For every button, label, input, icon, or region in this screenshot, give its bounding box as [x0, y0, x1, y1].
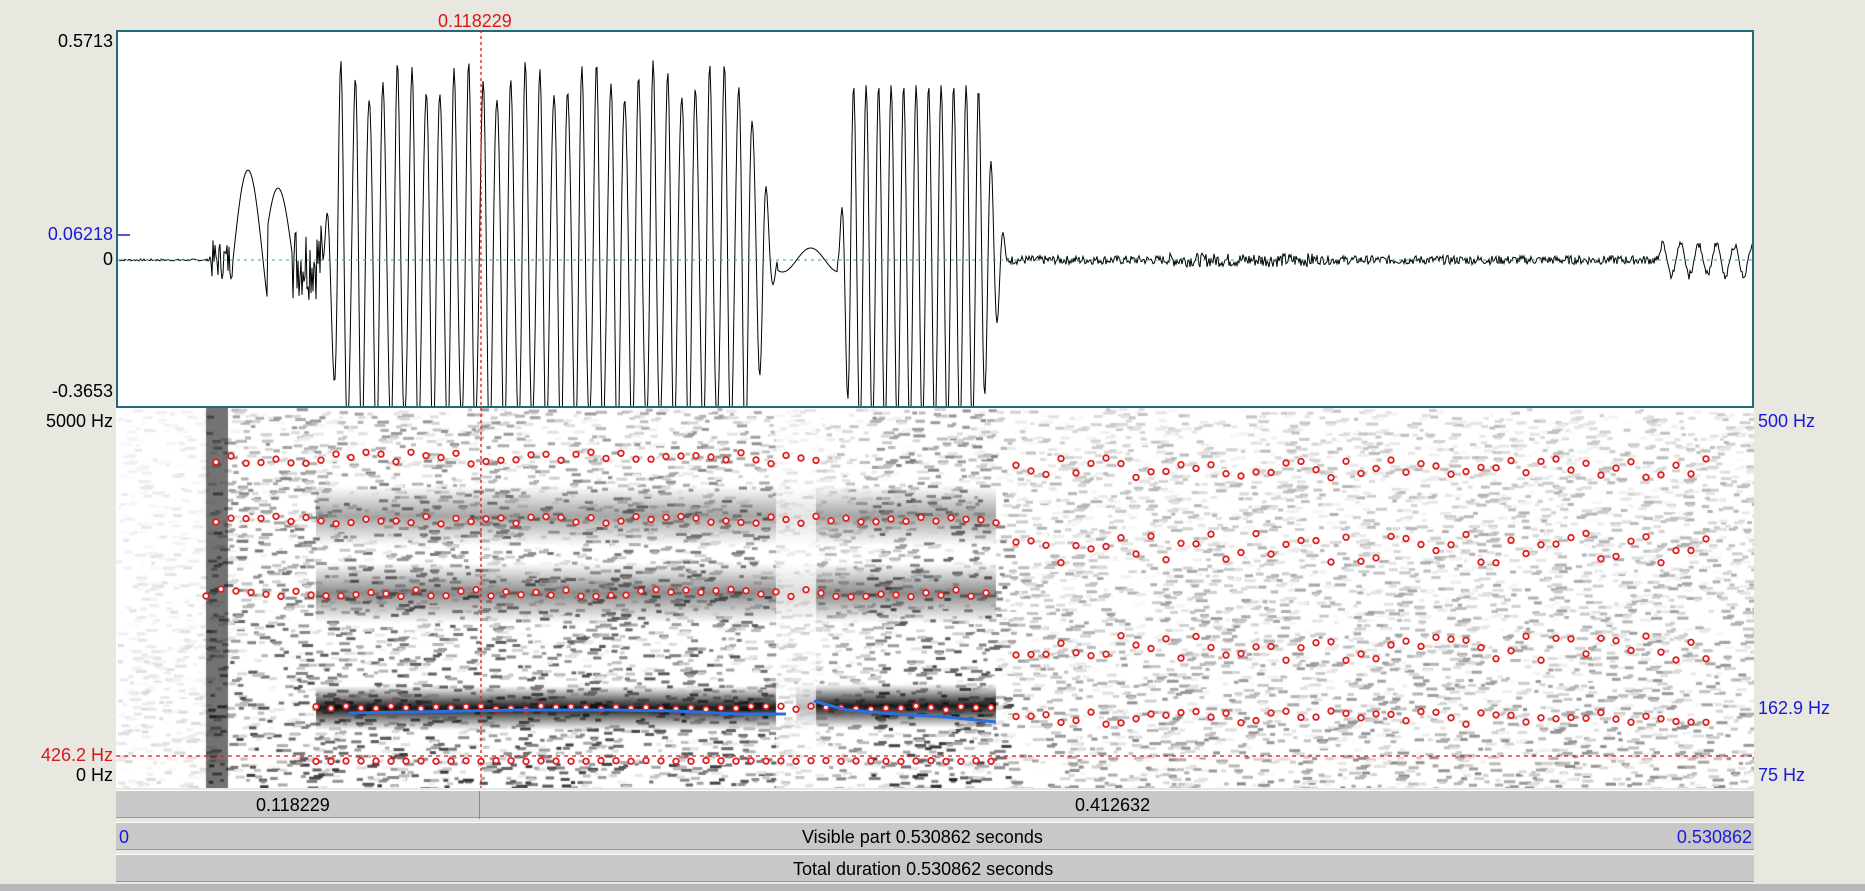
pitch-mid-label: 162.9 Hz [1758, 698, 1831, 718]
visible-part-label[interactable]: Visible part 0.530862 seconds [802, 827, 1043, 848]
window-bottom-edge [0, 884, 1865, 891]
pitch-bottom-label: 75 Hz [1758, 765, 1806, 785]
waveform-ycursor-label: 0.06218 [47, 224, 113, 244]
waveform-trace [118, 60, 1752, 406]
spectrogram-freq-top-label: 5000 Hz [45, 411, 113, 431]
spectrogram-panel[interactable] [116, 408, 1754, 788]
formant-pitch-overlay [202, 448, 1710, 766]
segment-right-label[interactable]: 0.412632 [1075, 795, 1150, 816]
segment-left-label[interactable]: 0.118229 [256, 795, 330, 816]
segment-divider [479, 791, 480, 819]
total-duration-label[interactable]: Total duration 0.530862 seconds [793, 859, 1053, 880]
cursor-time-label: 0.118229 [438, 11, 512, 31]
total-duration-bar[interactable]: Total duration 0.530862 seconds [116, 854, 1754, 882]
spectrogram-freq-cursor-label: 426.2 Hz [40, 745, 113, 765]
time-segment-bar[interactable]: 0.118229 0.412632 [116, 790, 1754, 819]
visible-end-label: 0.530862 [1676, 827, 1752, 847]
waveform-yzero-label: 0 [102, 249, 113, 269]
waveform-ymin-label: -0.3653 [51, 381, 113, 401]
waveform-panel[interactable] [116, 30, 1754, 408]
spectrogram-freq-bottom-label: 0 Hz [75, 765, 113, 785]
pitch-top-label: 500 Hz [1758, 411, 1816, 431]
waveform-ymax-label: 0.5713 [57, 31, 113, 51]
visible-start-label: 0 [119, 827, 130, 847]
visible-part-bar[interactable]: 0 Visible part 0.530862 seconds 0.530862 [116, 822, 1754, 850]
